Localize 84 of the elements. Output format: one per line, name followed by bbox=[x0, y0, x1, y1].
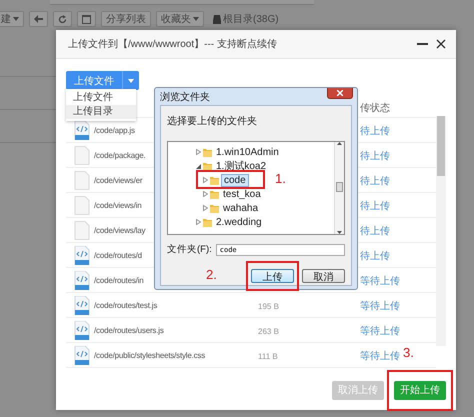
file-icon bbox=[74, 196, 90, 214]
file-path: /code/views/in bbox=[94, 200, 142, 210]
file-path: /code/routes/users.js bbox=[94, 326, 164, 334]
code-file-icon bbox=[74, 246, 90, 264]
dialog-title: 上传文件到【/www/wwwroot】--- 支持断点续传 bbox=[68, 38, 278, 51]
collapsed-arrow-icon[interactable] bbox=[203, 205, 208, 211]
toolbar-icon-button[interactable] bbox=[29, 11, 48, 27]
folder-label: 文件夹(F): bbox=[167, 243, 212, 256]
folder-item[interactable]: 1.win10Admin bbox=[214, 146, 281, 158]
step-number: 3. bbox=[403, 345, 414, 360]
upload-status: 等待上传 bbox=[360, 301, 400, 312]
collapsed-arrow-icon[interactable] bbox=[196, 149, 201, 155]
scroll-down-icon[interactable] bbox=[337, 231, 342, 234]
toolbar-dropdown[interactable]: 收藏夹 bbox=[156, 11, 204, 27]
code-file-icon bbox=[74, 346, 90, 364]
folder-icon bbox=[203, 148, 212, 156]
file-path: /code/package. bbox=[94, 150, 146, 160]
caret-icon bbox=[128, 78, 134, 82]
refresh-icon bbox=[58, 14, 67, 24]
toolbar-dropdown[interactable]: 建 bbox=[0, 11, 24, 27]
expanded-arrow-icon[interactable] bbox=[196, 164, 201, 168]
folder-item[interactable]: wahaha bbox=[221, 202, 260, 214]
dropdown-toggle[interactable] bbox=[122, 71, 139, 90]
scroll-thumb[interactable] bbox=[336, 182, 343, 192]
file-path: /code/views/lay bbox=[94, 226, 146, 234]
upload-status: 待上传 bbox=[360, 226, 390, 237]
column-header: 传状态 bbox=[360, 102, 391, 114]
collapsed-arrow-icon[interactable] bbox=[203, 191, 208, 197]
dialog-title: 浏览文件夹 bbox=[160, 90, 210, 104]
file-size: 111 B bbox=[258, 352, 278, 361]
upload-status: 待上传 bbox=[360, 251, 390, 262]
cancel-button[interactable]: 取消 bbox=[302, 269, 345, 283]
menu-item[interactable]: 上传目录 bbox=[66, 105, 136, 119]
code-file-icon bbox=[74, 270, 90, 290]
dialog-prompt: 选择要上传的文件夹 bbox=[167, 114, 258, 128]
toolbar-icon-button[interactable] bbox=[77, 11, 96, 27]
folder-icon bbox=[210, 176, 219, 184]
folder-item[interactable]: code bbox=[221, 174, 249, 186]
upload-status: 等待上传 bbox=[360, 326, 400, 337]
close-button[interactable] bbox=[327, 88, 353, 99]
code-file-icon bbox=[74, 296, 90, 314]
file-size: 263 B bbox=[258, 327, 279, 336]
file-path: /code/views/er bbox=[94, 176, 142, 184]
file-path: /code/routes/in bbox=[94, 276, 144, 284]
scrollbar[interactable] bbox=[334, 142, 344, 234]
scroll-up-icon[interactable] bbox=[337, 142, 342, 145]
toolbar-icon-button[interactable] bbox=[53, 11, 72, 27]
file-icon bbox=[74, 146, 90, 164]
code-file-icon bbox=[74, 320, 90, 340]
file-path: /code/app.js bbox=[94, 126, 135, 134]
step-number: 2. bbox=[206, 267, 217, 282]
collapsed-arrow-icon[interactable] bbox=[196, 219, 201, 225]
upload-status: 待上传 bbox=[360, 126, 390, 137]
back-arrow-icon bbox=[34, 15, 43, 23]
upload-button[interactable]: 上传 bbox=[251, 269, 294, 283]
folder-icon bbox=[203, 162, 212, 170]
folder-icon bbox=[203, 218, 212, 226]
file-path: /code/routes/test.js bbox=[94, 300, 158, 310]
step-number: 1. bbox=[275, 171, 286, 186]
upload-status: 待上传 bbox=[360, 201, 390, 212]
file-icon bbox=[74, 220, 90, 240]
scrollbar[interactable] bbox=[436, 116, 446, 346]
folder-icon bbox=[210, 190, 219, 198]
highlight-frame bbox=[196, 170, 265, 189]
folder-icon bbox=[210, 204, 219, 212]
collapsed-arrow-icon[interactable] bbox=[203, 177, 208, 183]
caret-icon bbox=[193, 17, 199, 21]
menu-item[interactable]: 上传文件 bbox=[66, 91, 136, 105]
file-path: /code/public/stylesheets/style.css bbox=[94, 350, 206, 360]
file-size: 195 B bbox=[258, 302, 279, 311]
folder-item[interactable]: test_koa bbox=[221, 188, 263, 200]
window-icon bbox=[82, 14, 91, 24]
close-icon[interactable] bbox=[436, 39, 446, 49]
upload-status: 等待上传 bbox=[360, 351, 400, 362]
upload-status: 待上传 bbox=[360, 151, 390, 162]
folder-item[interactable]: 1.测试koa2 bbox=[214, 159, 268, 173]
file-path: /code/routes/d bbox=[94, 250, 142, 260]
file-icon bbox=[74, 170, 90, 190]
folder-item[interactable]: 2.wedding bbox=[214, 216, 264, 228]
disk-label: 根目录(38G) bbox=[223, 12, 279, 26]
caret-icon bbox=[13, 17, 19, 21]
close-icon bbox=[337, 90, 343, 96]
upload-status: 待上传 bbox=[360, 176, 390, 187]
upload-status: 等待上传 bbox=[360, 276, 400, 287]
